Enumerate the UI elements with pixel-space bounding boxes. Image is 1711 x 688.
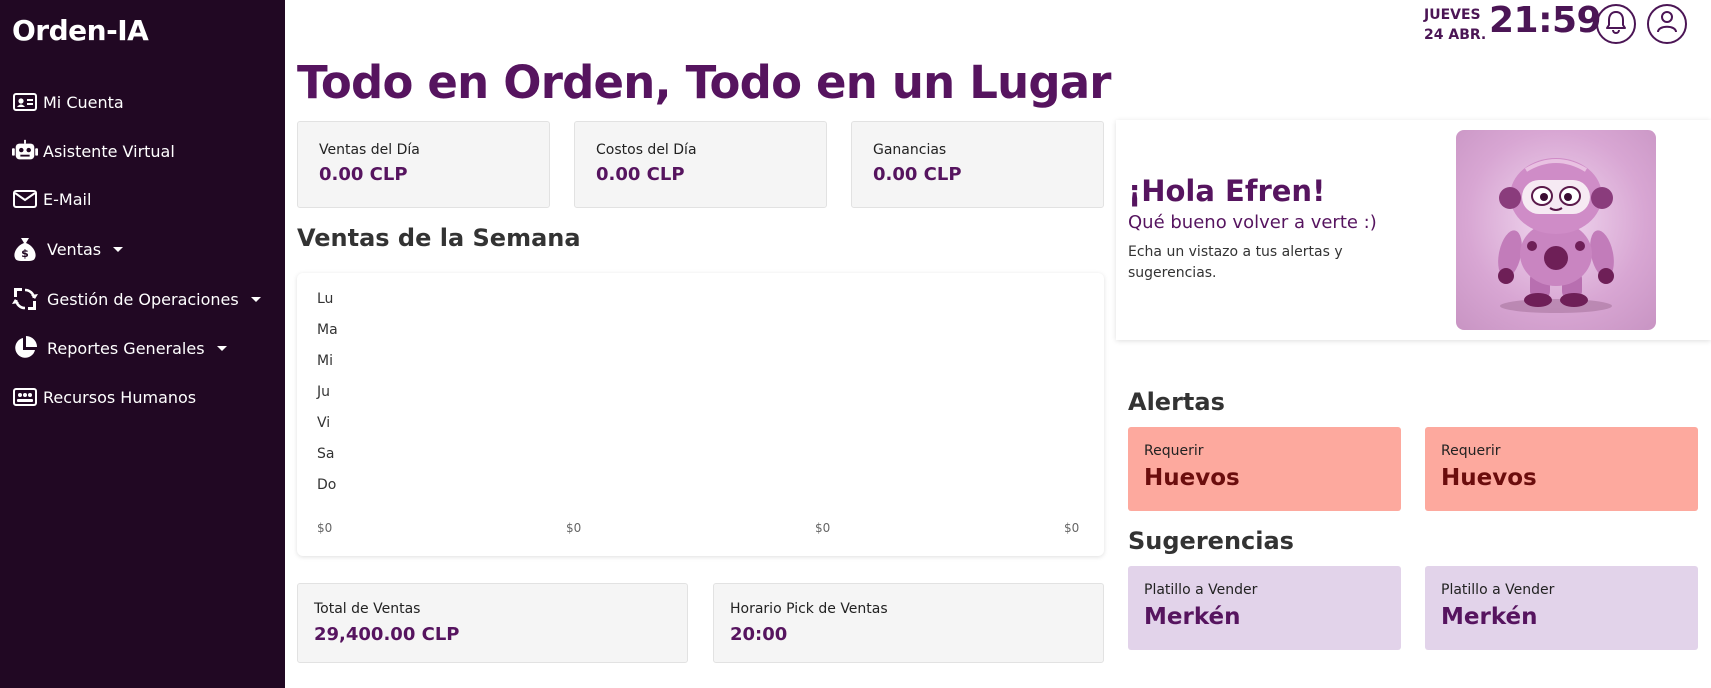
sidebar-item-label: Asistente Virtual: [43, 141, 175, 161]
alert-card[interactable]: Requerir Huevos: [1128, 427, 1401, 511]
sidebar-item-reportes-generales[interactable]: Reportes Generales: [12, 333, 227, 363]
chevron-down-icon: [113, 246, 124, 252]
stat-value: 0.00 CLP: [319, 164, 408, 185]
chart-tick-label: $0: [815, 521, 830, 535]
sidebar-item-recursos-humanos[interactable]: Recursos Humanos: [12, 382, 196, 412]
chart-tick-label: $0: [317, 521, 332, 535]
stat-card-ventas: Ventas del Día 0.00 CLP: [297, 121, 550, 208]
total-sales-label: Total de Ventas: [314, 601, 421, 617]
stat-label: Ventas del Día: [319, 142, 420, 158]
peak-hour-card: Horario Pick de Ventas 20:00: [713, 583, 1104, 663]
brand-logo[interactable]: Orden-IA: [12, 14, 149, 47]
stat-value: 0.00 CLP: [873, 164, 962, 185]
sidebar-item-asistente-virtual[interactable]: Asistente Virtual: [12, 136, 175, 166]
chart-category-label: Do: [317, 477, 336, 493]
suggestion-card[interactable]: Platillo a Vender Merkén: [1425, 566, 1698, 650]
week-sales-chart-svg: Lu Ma Mi Ju Vi Sa Do $0 $0 $0 $0: [316, 291, 1079, 535]
suggestion-value: Merkén: [1144, 604, 1241, 630]
chevron-down-icon: [216, 345, 227, 351]
money-bag-icon: $: [12, 237, 38, 261]
date-label: 24 ABR.: [1424, 27, 1487, 43]
sidebar-item-label: Gestión de Operaciones: [47, 289, 239, 309]
sidebar: Orden-IA Mi Cuenta Asistente Virtual E-M…: [0, 0, 285, 688]
sidebar-item-label: Recursos Humanos: [43, 387, 197, 407]
stat-label: Costos del Día: [596, 142, 697, 158]
robot-illustration: [1498, 158, 1614, 313]
chart-tick-label: $0: [566, 521, 581, 535]
sidebar-item-label: Ventas: [47, 239, 102, 259]
sidebar-item-mi-cuenta[interactable]: Mi Cuenta: [12, 87, 124, 117]
total-sales-value: 29,400.00 CLP: [314, 624, 460, 645]
sidebar-item-gestion-operaciones[interactable]: Gestión de Operaciones: [12, 284, 261, 314]
chart-category-label: Mi: [317, 353, 333, 369]
chart-category-label: Ma: [317, 322, 338, 338]
alert-value: Huevos: [1144, 465, 1240, 491]
sync-icon: [12, 287, 38, 311]
alert-label: Requerir: [1441, 443, 1501, 459]
chart-category-label: Ju: [316, 384, 330, 400]
assistant-robot-image: [1456, 130, 1656, 330]
people-card-icon: [12, 385, 38, 409]
alerts-title: Alertas: [1128, 388, 1225, 416]
week-sales-chart: Lu Ma Mi Ju Vi Sa Do $0 $0 $0 $0: [297, 273, 1104, 556]
weekday-label: JUEVES: [1424, 7, 1481, 23]
peak-hour-label: Horario Pick de Ventas: [730, 601, 888, 617]
svg-text:$: $: [21, 247, 29, 260]
alert-value: Huevos: [1441, 465, 1537, 491]
sidebar-item-ventas[interactable]: $ Ventas: [12, 234, 124, 264]
page-title: Todo en Orden, Todo en un Lugar: [297, 56, 1112, 109]
greeting-title: ¡Hola Efren!: [1128, 174, 1326, 208]
sidebar-item-label: Mi Cuenta: [43, 92, 124, 112]
sidebar-item-label: Reportes Generales: [47, 338, 205, 358]
date-display: JUEVES 24 ABR.: [1424, 5, 1486, 45]
robot-icon: [12, 139, 38, 163]
alert-label: Requerir: [1144, 443, 1204, 459]
user-icon: [1656, 10, 1678, 38]
suggestion-card[interactable]: Platillo a Vender Merkén: [1128, 566, 1401, 650]
chart-tick-label: $0: [1064, 521, 1079, 535]
notifications-button[interactable]: [1596, 4, 1636, 44]
peak-hour-value: 20:00: [730, 624, 788, 645]
stat-card-ganancias: Ganancias 0.00 CLP: [851, 121, 1104, 208]
bell-icon: [1605, 10, 1627, 38]
clock: 21:59: [1489, 0, 1602, 41]
suggestions-title: Sugerencias: [1128, 527, 1294, 555]
pie-chart-icon: [12, 336, 38, 360]
chart-category-label: Vi: [317, 415, 330, 431]
sidebar-item-label: E-Mail: [43, 189, 92, 209]
suggestion-label: Platillo a Vender: [1144, 582, 1258, 598]
greeting-subtitle: Qué bueno volver a verte :): [1128, 212, 1377, 233]
envelope-icon: [12, 187, 38, 211]
id-card-icon: [12, 90, 38, 114]
chevron-down-icon: [250, 296, 261, 302]
alert-card[interactable]: Requerir Huevos: [1425, 427, 1698, 511]
stat-card-costos: Costos del Día 0.00 CLP: [574, 121, 827, 208]
total-sales-card: Total de Ventas 29,400.00 CLP: [297, 583, 688, 663]
suggestion-label: Platillo a Vender: [1441, 582, 1555, 598]
chart-category-label: Lu: [317, 291, 333, 307]
week-sales-title: Ventas de la Semana: [297, 224, 581, 252]
suggestion-value: Merkén: [1441, 604, 1538, 630]
greeting-card: ¡Hola Efren! Qué bueno volver a verte :)…: [1116, 120, 1711, 340]
sidebar-item-email[interactable]: E-Mail: [12, 184, 91, 214]
stat-value: 0.00 CLP: [596, 164, 685, 185]
user-account-button[interactable]: [1647, 4, 1687, 44]
stat-label: Ganancias: [873, 142, 947, 158]
greeting-text: Echa un vistazo a tus alertas y sugerenc…: [1128, 244, 1343, 281]
chart-category-label: Sa: [317, 446, 334, 462]
